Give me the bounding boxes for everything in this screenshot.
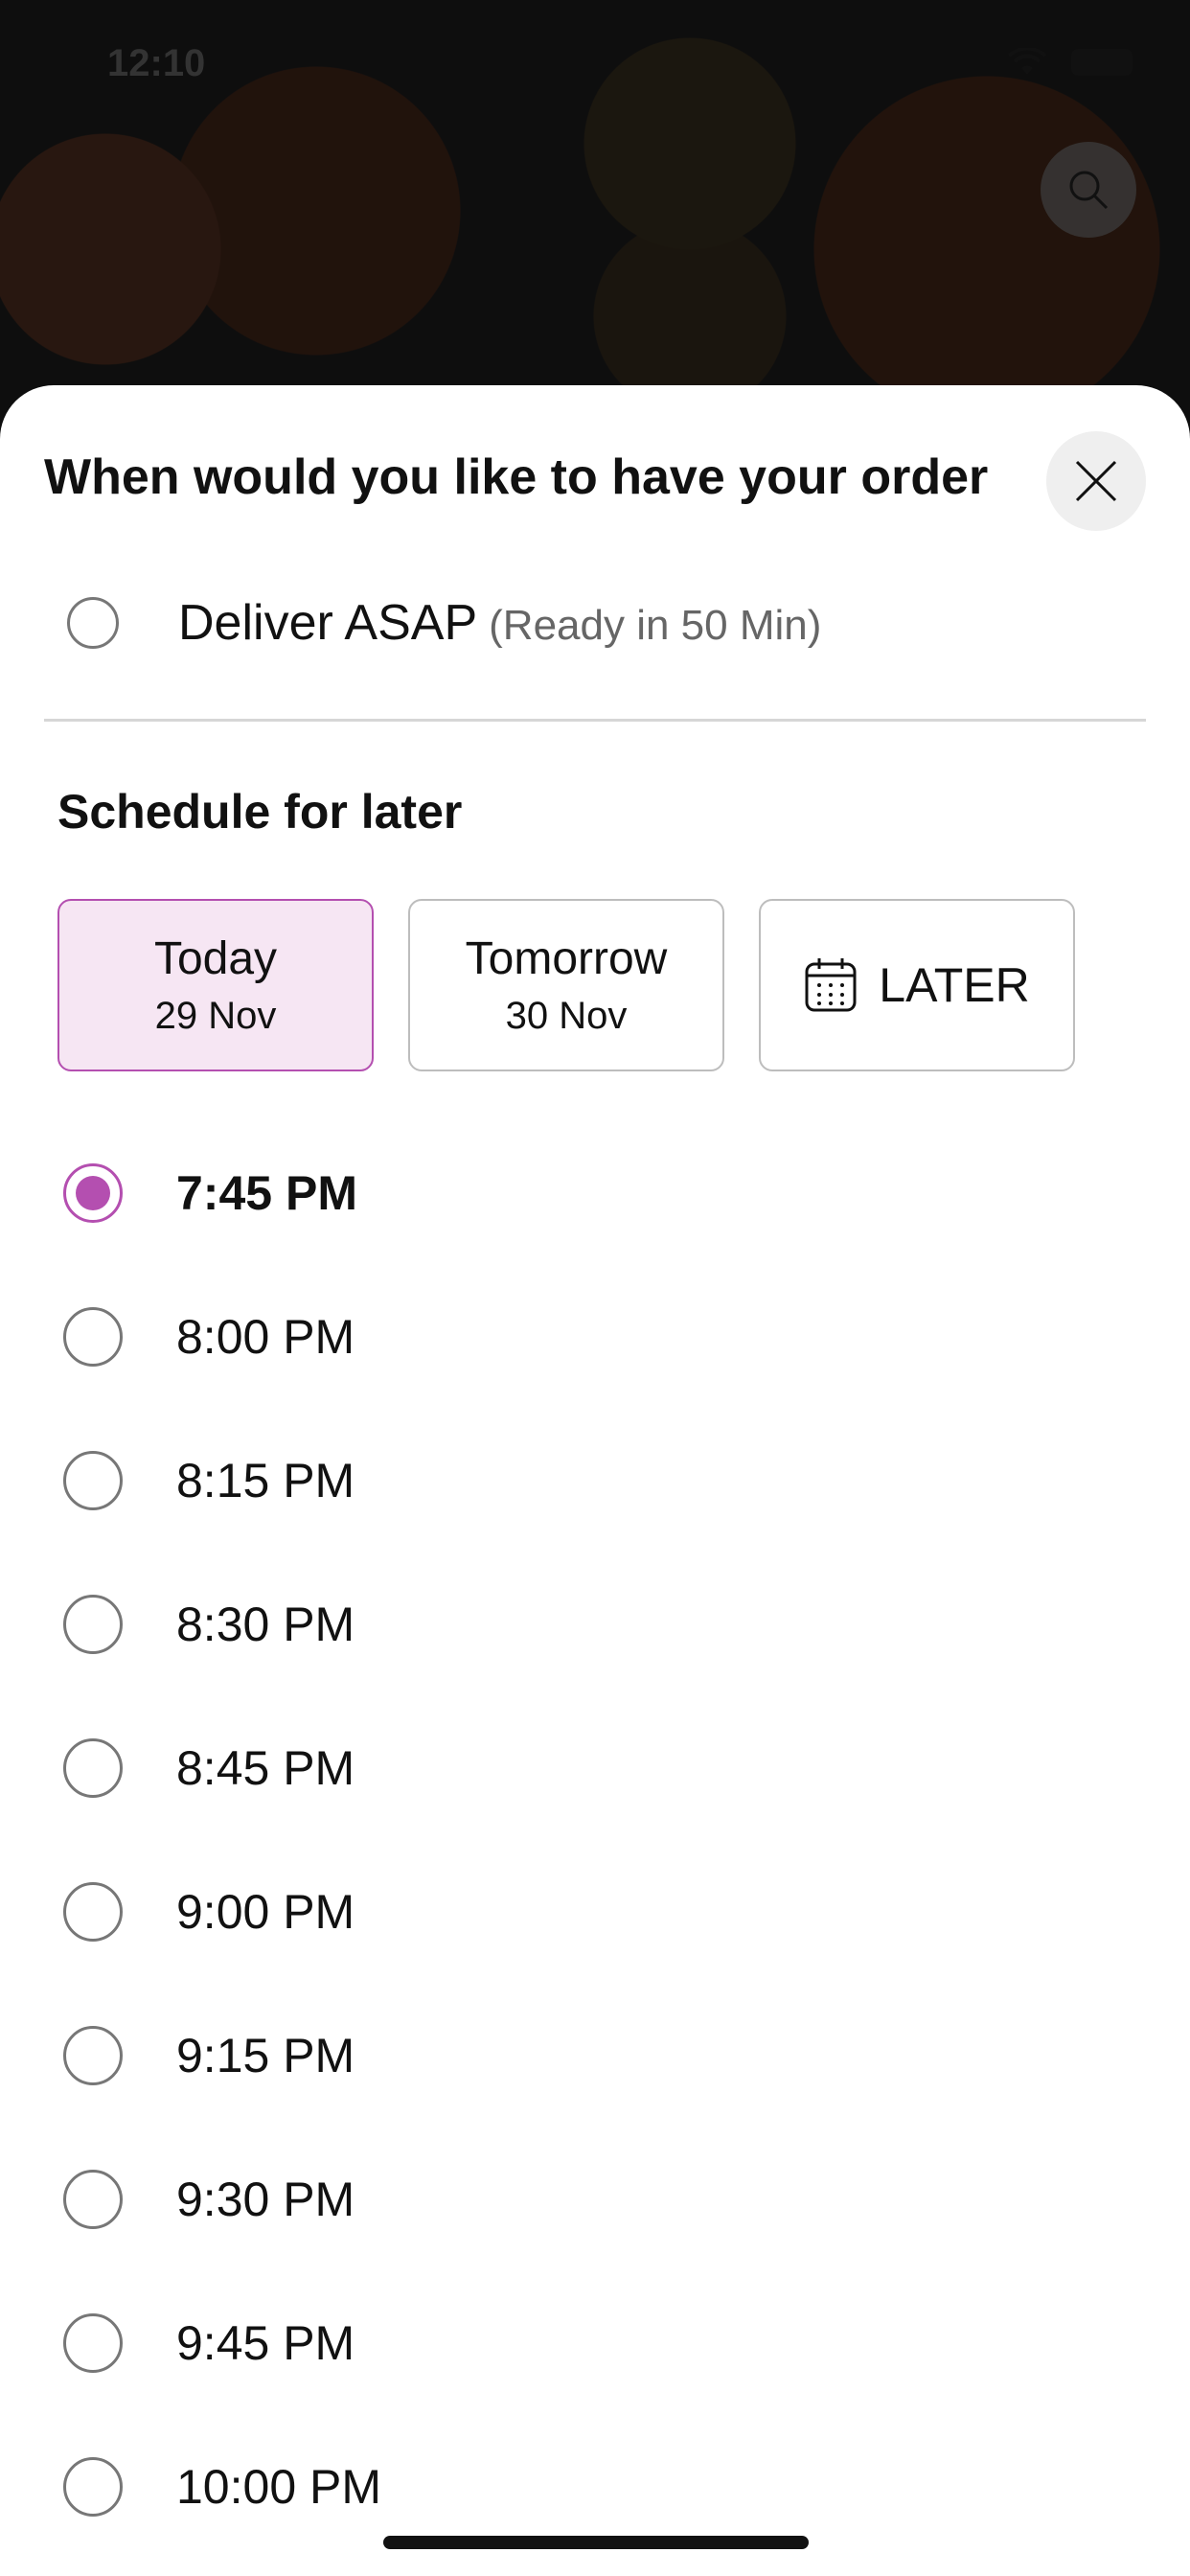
chip-day-label: Tomorrow <box>465 933 668 984</box>
time-slot-label: 9:45 PM <box>176 2316 355 2370</box>
time-slot[interactable]: 9:30 PM <box>63 2128 381 2271</box>
time-slot-label: 9:00 PM <box>176 1885 355 1939</box>
divider <box>44 719 1146 722</box>
time-slot[interactable]: 9:00 PM <box>63 1840 381 1984</box>
time-slot-label: 9:30 PM <box>176 2173 355 2226</box>
time-slot[interactable]: 9:15 PM <box>63 1984 381 2128</box>
time-slot-label: 7:45 PM <box>176 1166 357 1220</box>
day-chip-today[interactable]: Today 29 Nov <box>57 899 374 1071</box>
time-slot-radio[interactable] <box>63 2170 123 2229</box>
asap-title: Deliver ASAP <box>178 595 478 651</box>
time-slot[interactable]: 8:00 PM <box>63 1265 381 1409</box>
search-icon <box>1069 171 1109 210</box>
calendar-icon <box>805 958 857 1012</box>
day-chip-later[interactable]: LATER <box>759 899 1075 1071</box>
deliver-asap-option[interactable]: Deliver ASAP (Ready in 50 Min) <box>67 594 821 652</box>
time-slot-radio[interactable] <box>63 1882 123 1942</box>
time-slot[interactable]: 8:15 PM <box>63 1409 381 1552</box>
later-label: LATER <box>879 958 1030 1012</box>
home-indicator <box>383 2536 809 2549</box>
sheet-title: When would you like to have your order <box>44 449 989 505</box>
asap-label: Deliver ASAP (Ready in 50 Min) <box>178 594 821 652</box>
asap-ready-time: (Ready in 50 Min) <box>489 602 822 649</box>
time-slot-label: 9:15 PM <box>176 2029 355 2082</box>
time-slot-radio[interactable] <box>63 1451 123 1510</box>
schedule-title: Schedule for later <box>57 785 463 839</box>
time-slot-radio[interactable] <box>63 1595 123 1654</box>
time-slot-label: 8:30 PM <box>176 1598 355 1651</box>
chip-day-label: Today <box>153 933 278 984</box>
time-slot-label: 8:00 PM <box>176 1310 355 1364</box>
time-slot-label: 8:45 PM <box>176 1741 355 1795</box>
chip-date-label: 30 Nov <box>505 995 628 1037</box>
time-slot-label: 8:15 PM <box>176 1454 355 1507</box>
time-slot[interactable]: 8:30 PM <box>63 1552 381 1696</box>
status-icons <box>1006 48 1133 77</box>
chip-date-label: 29 Nov <box>154 995 277 1037</box>
time-slot[interactable]: 7:45 PM <box>63 1121 381 1265</box>
day-selector: Today 29 Nov Tomorrow 30 Nov LATER <box>57 899 1075 1071</box>
time-slot-radio[interactable] <box>63 1307 123 1367</box>
time-slot-radio[interactable] <box>63 2313 123 2373</box>
time-slot[interactable]: 8:45 PM <box>63 1696 381 1840</box>
close-icon <box>1075 460 1117 502</box>
time-slot-radio[interactable] <box>63 2457 123 2517</box>
time-slot[interactable]: 10:00 PM <box>63 2415 381 2559</box>
close-button[interactable] <box>1046 431 1146 531</box>
wifi-icon <box>1007 48 1047 75</box>
day-chip-tomorrow[interactable]: Tomorrow 30 Nov <box>408 899 724 1071</box>
status-time: 12:10 <box>107 42 206 84</box>
search-button[interactable] <box>1041 142 1136 238</box>
battery-icon <box>1071 49 1133 76</box>
asap-radio[interactable] <box>67 597 119 649</box>
time-slot-radio[interactable] <box>63 2026 123 2085</box>
time-slot-label: 10:00 PM <box>176 2460 382 2514</box>
time-slot-radio[interactable] <box>63 1738 123 1798</box>
time-slot[interactable]: 9:45 PM <box>63 2271 381 2415</box>
time-slot-radio[interactable] <box>63 1163 123 1223</box>
time-slot-list: 7:45 PM 8:00 PM 8:15 PM 8:30 PM 8:45 PM … <box>63 1121 381 2559</box>
order-time-sheet: When would you like to have your order D… <box>0 385 1190 2576</box>
